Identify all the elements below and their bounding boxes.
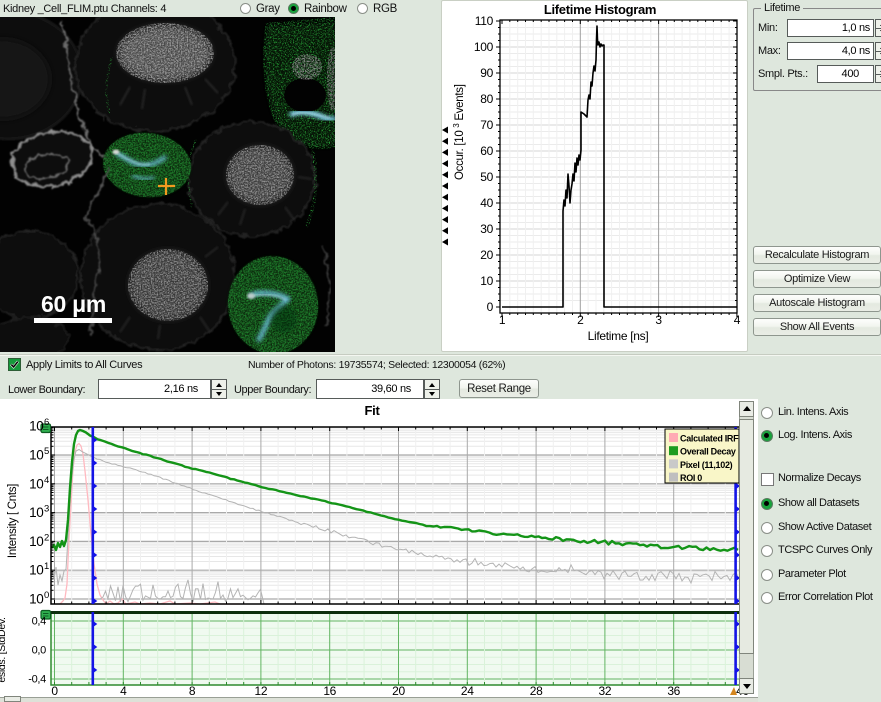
- svg-text:0,4: 0,4: [32, 616, 47, 628]
- svg-text:5: 5: [44, 446, 49, 457]
- svg-text:60: 60: [480, 144, 493, 158]
- svg-text:3: 3: [655, 313, 662, 327]
- svg-text:40: 40: [480, 196, 493, 210]
- svg-text:20: 20: [480, 248, 493, 262]
- svg-text:16: 16: [323, 684, 336, 697]
- svg-text:36: 36: [667, 684, 680, 697]
- svg-text:24: 24: [461, 684, 474, 697]
- svg-text:110: 110: [475, 14, 494, 28]
- svg-text:Lifetime Histogram: Lifetime Histogram: [544, 2, 656, 17]
- svg-text:80: 80: [480, 92, 493, 106]
- svg-text:50: 50: [480, 170, 493, 184]
- svg-text:28: 28: [530, 684, 543, 697]
- svg-text:1: 1: [44, 561, 49, 572]
- svg-text:4: 4: [734, 313, 741, 327]
- svg-text:32: 32: [599, 684, 612, 697]
- svg-text:0,0: 0,0: [32, 645, 47, 657]
- svg-text:20: 20: [392, 684, 405, 697]
- svg-text:ROI 0: ROI 0: [680, 473, 702, 483]
- svg-text:Occur. [10 3 Events]: Occur. [10 3 Events]: [452, 84, 467, 180]
- svg-text:10: 10: [29, 534, 43, 549]
- svg-text:10: 10: [29, 476, 43, 491]
- svg-text:10: 10: [480, 274, 493, 288]
- svg-text:0: 0: [51, 684, 58, 697]
- svg-text:10: 10: [29, 505, 43, 520]
- svg-text:0: 0: [44, 590, 49, 601]
- svg-text:30: 30: [480, 222, 493, 236]
- svg-text:Intensity [ Cnts]: Intensity [ Cnts]: [7, 484, 19, 558]
- svg-text:10: 10: [29, 419, 43, 434]
- svg-text:10: 10: [29, 592, 43, 607]
- svg-text:2: 2: [577, 313, 584, 327]
- svg-text:10: 10: [29, 448, 43, 463]
- svg-text:Lifetime [ns]: Lifetime [ns]: [588, 329, 649, 343]
- svg-text:Fit: Fit: [365, 403, 381, 418]
- svg-text:8: 8: [189, 684, 196, 697]
- svg-text:4: 4: [44, 475, 49, 486]
- svg-text:0: 0: [487, 300, 494, 314]
- svg-text:Calculated IRF: Calculated IRF: [680, 434, 739, 444]
- svg-text:esids. [StdDev.: esids. [StdDev.: [0, 617, 8, 682]
- svg-text:70: 70: [480, 118, 493, 132]
- svg-text:3: 3: [44, 504, 49, 515]
- svg-text:-0,4: -0,4: [28, 674, 46, 686]
- svg-text:1: 1: [499, 313, 506, 327]
- svg-text:90: 90: [480, 66, 493, 80]
- svg-text:10: 10: [29, 563, 43, 578]
- svg-text:6: 6: [44, 417, 49, 428]
- svg-text:Overall Decay: Overall Decay: [680, 447, 736, 457]
- svg-text:4: 4: [120, 684, 127, 697]
- svg-text:100: 100: [474, 40, 494, 54]
- svg-text:60 μm: 60 μm: [41, 291, 106, 317]
- svg-text:Pixel (11,102): Pixel (11,102): [680, 460, 733, 470]
- svg-text:12: 12: [255, 684, 268, 697]
- svg-text:2: 2: [44, 532, 49, 543]
